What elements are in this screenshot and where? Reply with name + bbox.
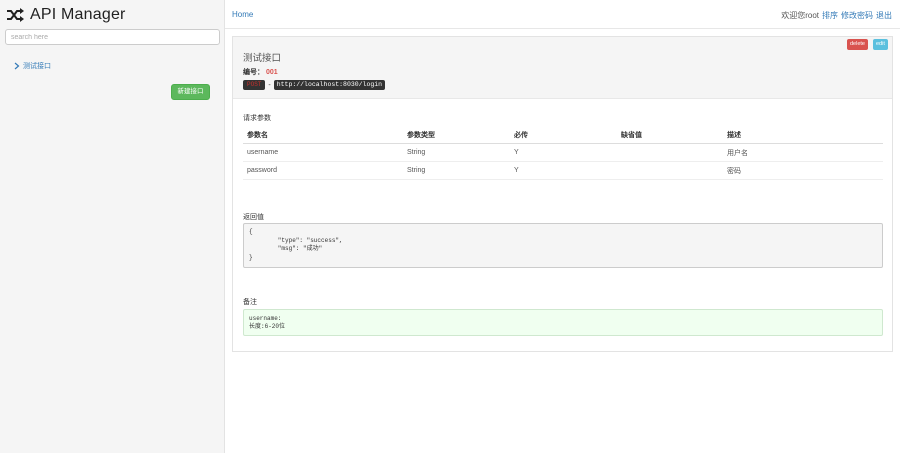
edit-button[interactable]: edit bbox=[873, 39, 888, 50]
column-header: 必传 bbox=[510, 127, 617, 144]
brand[interactable]: API Manager bbox=[6, 6, 126, 24]
response-title: 返回值 bbox=[243, 214, 264, 221]
response-body: { "type": "success", "msg": "成功" } bbox=[243, 223, 883, 268]
home-link[interactable]: Home bbox=[232, 10, 253, 19]
sidebar: API Manager 测试接口 新建接口 bbox=[0, 0, 225, 453]
params-title: 请求参数 bbox=[243, 115, 271, 122]
param-description: 用户名 bbox=[723, 143, 883, 162]
change-password-link[interactable]: 修改密码 bbox=[841, 10, 873, 21]
brand-title: API Manager bbox=[30, 6, 126, 23]
sort-link[interactable]: 排序 bbox=[822, 10, 838, 21]
separator: - bbox=[268, 81, 271, 89]
param-default bbox=[617, 143, 723, 162]
params-table: 参数名 参数类型 必传 缺省值 描述 username String Y 用户名… bbox=[243, 127, 883, 180]
api-url: http://localhost:8030/login bbox=[273, 80, 386, 90]
shuffle-icon bbox=[6, 8, 24, 22]
http-method-badge: POST bbox=[243, 80, 266, 90]
param-name: username bbox=[243, 143, 403, 162]
note-title: 备注 bbox=[243, 299, 257, 306]
search-input[interactable] bbox=[5, 29, 220, 45]
table-row: username String Y 用户名 bbox=[243, 143, 883, 162]
new-api-button[interactable]: 新建接口 bbox=[171, 84, 210, 100]
column-header: 缺省值 bbox=[617, 127, 723, 144]
logout-link[interactable]: 退出 bbox=[876, 10, 892, 21]
param-description: 密码 bbox=[723, 161, 883, 180]
column-header: 参数类型 bbox=[403, 127, 510, 144]
user-menu: 欢迎您root 排序 修改密码 退出 bbox=[781, 10, 892, 21]
sidebar-item-label: 测试接口 bbox=[23, 63, 51, 70]
welcome-text: 欢迎您root bbox=[781, 11, 819, 20]
param-required: Y bbox=[510, 161, 617, 180]
note-body: username: 长度:6-20位 bbox=[243, 309, 883, 336]
sidebar-item-test-api[interactable]: 测试接口 bbox=[14, 61, 51, 71]
param-type: String bbox=[403, 161, 510, 180]
param-required: Y bbox=[510, 143, 617, 162]
column-header: 描述 bbox=[723, 127, 883, 144]
table-header-row: 参数名 参数类型 必传 缺省值 描述 bbox=[243, 127, 883, 144]
column-header: 参数名 bbox=[243, 127, 403, 144]
param-default bbox=[617, 161, 723, 180]
endpoint-row: POST - http://localhost:8030/login bbox=[243, 80, 386, 90]
api-header: 测试接口 编号： 001 POST - http://localhost:803… bbox=[233, 37, 892, 99]
table-row: password String Y 密码 bbox=[243, 161, 883, 180]
param-type: String bbox=[403, 143, 510, 162]
delete-button[interactable]: delete bbox=[847, 39, 868, 50]
api-id-label: 编号： bbox=[243, 69, 264, 76]
api-name: 测试接口 bbox=[243, 53, 282, 64]
api-id-row: 编号： 001 bbox=[243, 67, 278, 77]
chevron-right-icon bbox=[14, 62, 20, 70]
api-id-value: 001 bbox=[265, 69, 278, 76]
api-detail-panel: 测试接口 编号： 001 POST - http://localhost:803… bbox=[232, 36, 893, 352]
param-name: password bbox=[243, 161, 403, 180]
topbar: Home 欢迎您root 排序 修改密码 退出 bbox=[225, 0, 900, 29]
